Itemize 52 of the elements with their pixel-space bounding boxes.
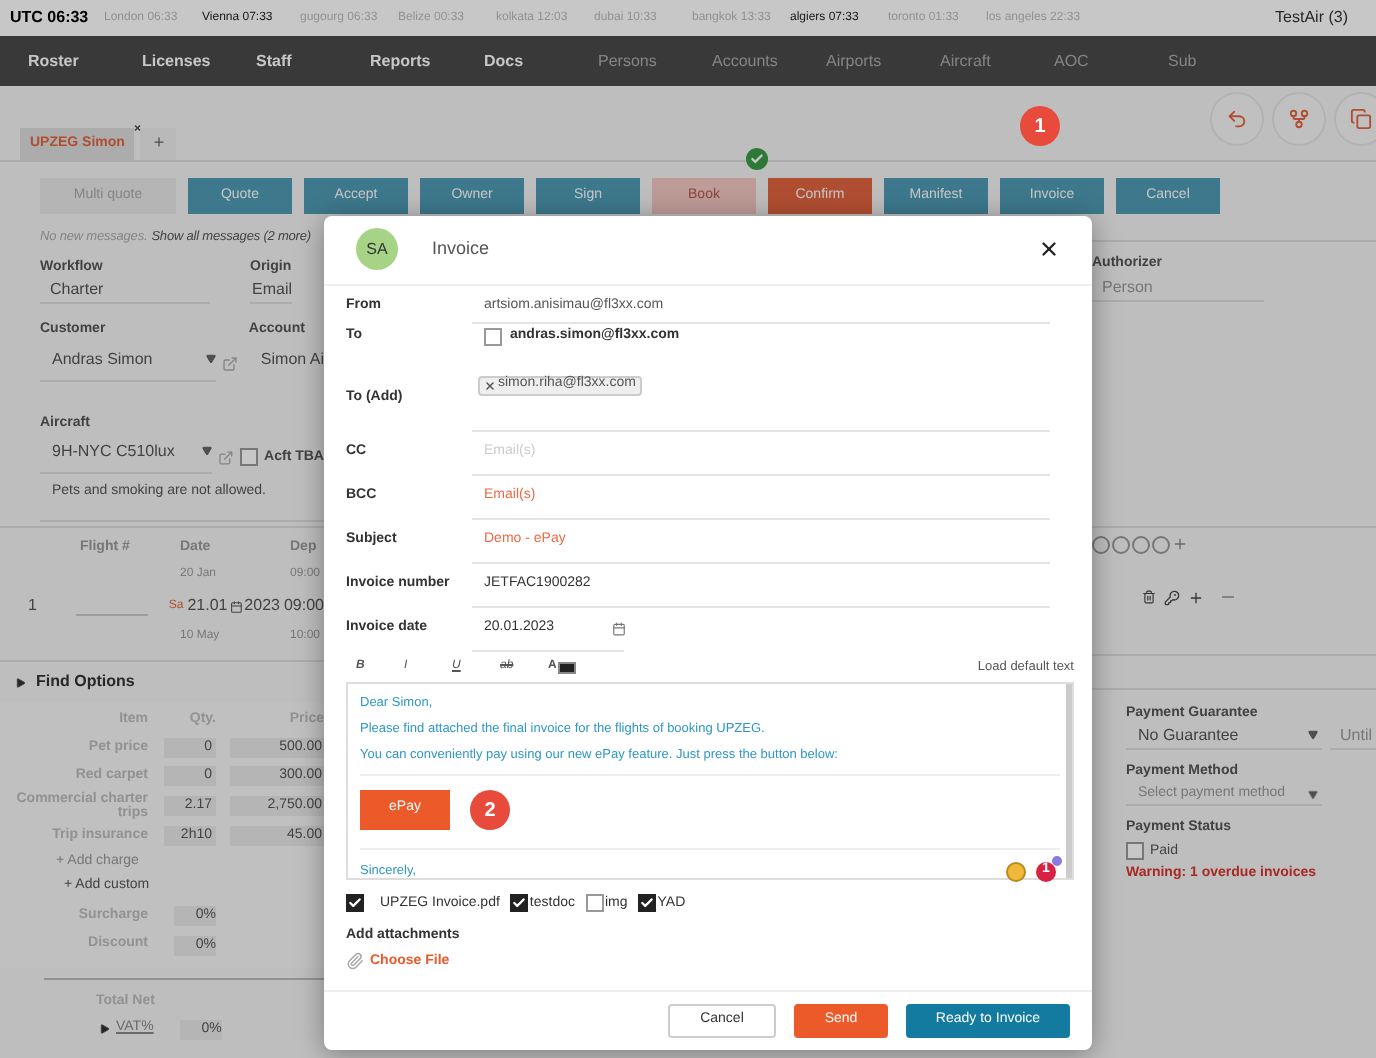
paperclip-icon [346,952,364,971]
nav-item[interactable]: Persons [598,49,658,73]
remove-icon[interactable] [484,379,496,392]
nav-item[interactable]: Airports [826,49,886,73]
nav-item[interactable]: AOC [1054,49,1114,73]
section-title: Find Options [36,670,135,695]
account-value: Simon Ai [258,347,324,372]
utc-clock: UTC 06:33 [10,6,91,30]
calendar-icon[interactable] [612,622,626,637]
caret-icon[interactable] [202,446,213,457]
expand-icon[interactable] [16,677,26,688]
row-number: 1 [28,594,39,619]
calendar-icon[interactable] [229,599,243,614]
avatar: SA [356,228,398,271]
checkbox[interactable] [509,894,528,913]
nav-item[interactable]: Staff [256,49,316,73]
checkbox[interactable] [637,894,656,913]
nav-item[interactable]: Roster [28,49,88,73]
guarantee-select[interactable]: No Guarantee [1126,724,1322,750]
workflow-value: Charter [40,278,210,305]
flight-date: 21.01 [187,594,228,619]
flight-time: 09:00 [283,594,324,619]
delete-icon[interactable] [1142,590,1156,604]
flight-year: 2023 [244,594,280,619]
checkbox[interactable] [240,448,259,467]
customer-select[interactable]: Andras Simon [40,347,216,382]
dialog-title: Invoice [432,236,490,262]
nav-item[interactable]: Sub [1168,49,1228,73]
key-icon[interactable] [1164,589,1180,605]
emoji-icon [1006,861,1026,882]
color-swatch-icon[interactable] [558,661,577,674]
checkbox[interactable] [1126,842,1144,861]
origin-value: Email [250,278,293,305]
fork-icon[interactable] [1272,92,1326,146]
caret-icon[interactable] [1308,730,1318,740]
checkbox[interactable] [346,894,364,913]
nav-item[interactable]: Reports [370,49,430,73]
caret-icon[interactable] [206,353,216,364]
close-icon[interactable] [1038,238,1060,261]
aircraft-select[interactable]: 9H-NYC C510lux [40,440,213,475]
expand-icon[interactable] [100,1024,110,1034]
caret-icon[interactable] [1308,789,1318,799]
add-icon[interactable] [1188,589,1204,605]
copy-icon[interactable] [1334,92,1376,146]
checkbox[interactable] [585,894,603,913]
account-name: TestAir (3) [1275,6,1348,30]
nav-item[interactable]: Aircraft [940,49,1000,73]
nav-item[interactable]: Accounts [712,49,772,73]
checkbox[interactable] [484,328,502,347]
nav-item[interactable]: Docs [484,49,544,73]
add-tab-button[interactable]: + [140,128,177,160]
done-check-icon [746,147,768,170]
